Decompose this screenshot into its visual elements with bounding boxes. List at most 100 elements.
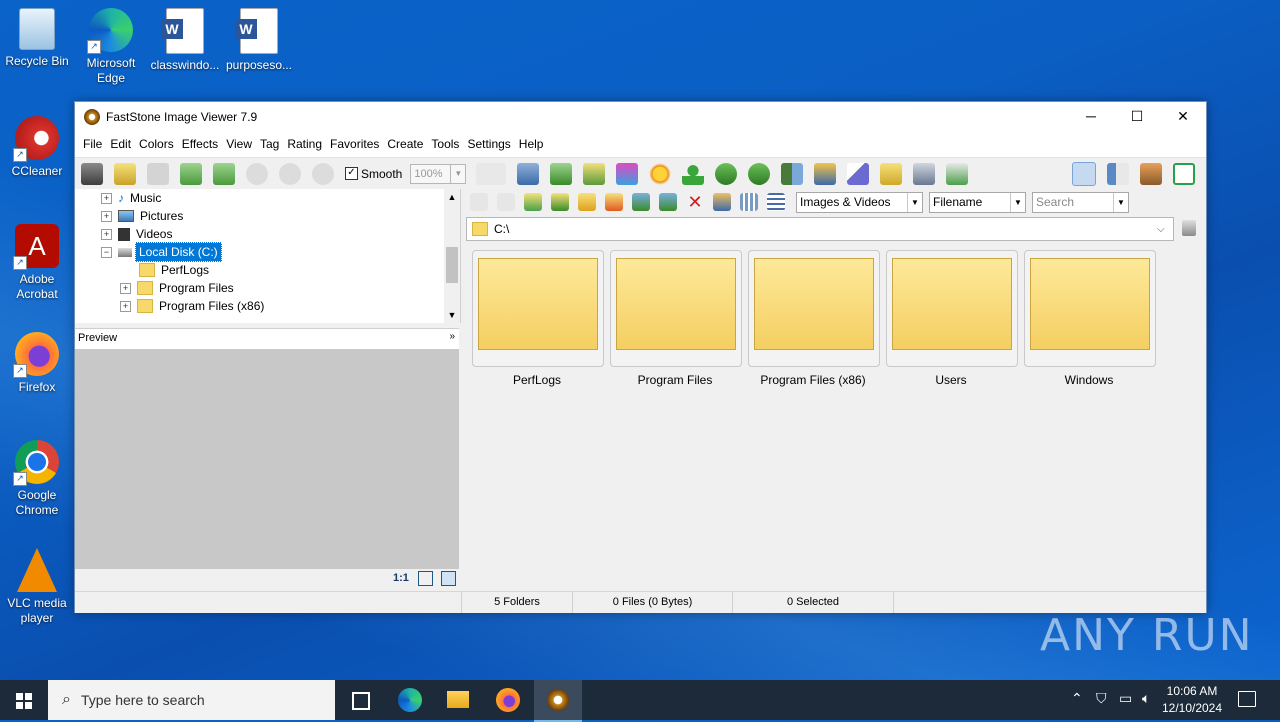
title-bar[interactable]: FastStone Image Viewer 7.9 ─ ☐ ✕	[75, 102, 1206, 131]
grid-view-icon[interactable]	[740, 193, 758, 211]
menu-file[interactable]: File	[79, 137, 106, 151]
zoom-in-icon[interactable]	[246, 162, 268, 185]
color-icon[interactable]	[616, 162, 639, 185]
tree-item-program-files[interactable]: + Program Files	[120, 279, 234, 297]
path-bar[interactable]: C:\ ⌵	[466, 217, 1174, 241]
thumbnail-view-icon[interactable]	[713, 193, 731, 211]
import-icon[interactable]	[550, 162, 573, 185]
save-icon[interactable]	[147, 162, 169, 185]
folder-thumb-perflogs[interactable]	[472, 250, 604, 367]
tree-item-videos[interactable]: + Videos	[101, 225, 172, 243]
taskbar-faststone[interactable]	[534, 680, 582, 722]
close-button[interactable]: ✕	[1160, 102, 1206, 131]
search-input[interactable]: Search	[1033, 195, 1113, 209]
desktop-icon-acrobat[interactable]: A ↗ Adobe Acrobat	[0, 224, 74, 302]
wallpaper-icon[interactable]	[814, 162, 837, 185]
move-to-icon[interactable]	[659, 193, 677, 211]
folder-tree[interactable]: + ♪ Music + Pictures + Videos − Local Di…	[75, 189, 461, 323]
menu-settings[interactable]: Settings	[463, 137, 514, 151]
expand-icon[interactable]: +	[120, 300, 131, 312]
menu-rating[interactable]: Rating	[283, 137, 326, 151]
list-view-icon[interactable]	[767, 193, 785, 211]
menu-tools[interactable]: Tools	[427, 137, 463, 151]
open-folder-icon[interactable]	[114, 162, 136, 185]
desktop-icon-recycle-bin[interactable]: Recycle Bin	[0, 8, 74, 69]
delete-icon[interactable]: ✕	[686, 193, 704, 211]
desktop-icon-ccleaner[interactable]: ↗ CCleaner	[0, 116, 74, 179]
next-icon[interactable]	[213, 162, 235, 185]
favorite-folder-icon[interactable]	[578, 193, 596, 211]
scroll-down-icon[interactable]: ▼	[444, 307, 460, 323]
recycle-bin-icon[interactable]	[1182, 220, 1196, 236]
previous-icon[interactable]	[180, 162, 202, 185]
copy-to-icon[interactable]	[632, 193, 650, 211]
desktop-icon-firefox[interactable]: ↗ Firefox	[0, 332, 74, 395]
sort-select[interactable]: Filename ▼	[929, 191, 1026, 213]
expand-icon[interactable]: +	[101, 210, 112, 222]
minimize-button[interactable]: ─	[1068, 102, 1114, 131]
smooth-checkbox[interactable]: ✓ Smooth	[345, 167, 402, 181]
fit-preview-icon[interactable]	[418, 571, 433, 586]
menu-colors[interactable]: Colors	[135, 137, 178, 151]
desktop-icon-chrome[interactable]: ↗ Google Chrome	[0, 440, 74, 518]
zoom-out-icon[interactable]	[279, 162, 301, 185]
expand-icon[interactable]: +	[101, 228, 112, 240]
desktop-icon-purposeso[interactable]: W purposeso...	[222, 8, 296, 73]
layout-preview-icon[interactable]	[1107, 162, 1129, 185]
menu-edit[interactable]: Edit	[106, 137, 135, 151]
layout-browser-icon[interactable]	[1072, 161, 1096, 186]
user-icon[interactable]	[682, 162, 705, 185]
folder-thumb-program-files[interactable]	[610, 250, 742, 367]
maximize-button[interactable]: ☐	[1114, 102, 1160, 131]
compare-icon[interactable]	[781, 162, 804, 185]
start-button[interactable]	[0, 680, 48, 720]
menu-effects[interactable]: Effects	[178, 137, 222, 151]
taskbar-file-explorer[interactable]	[434, 680, 482, 720]
expand-icon[interactable]: +	[101, 192, 112, 204]
menu-tag[interactable]: Tag	[256, 137, 283, 151]
volume-icon[interactable]: 🔈︎	[1142, 690, 1150, 707]
taskbar-firefox[interactable]	[484, 680, 532, 720]
taskbar-search-input[interactable]: Type here to search	[81, 692, 205, 708]
menu-favorites[interactable]: Favorites	[326, 137, 383, 151]
print-icon[interactable]	[913, 162, 936, 185]
forward-icon[interactable]	[497, 193, 515, 211]
layout-single-icon[interactable]	[1140, 162, 1162, 185]
tree-scrollbar[interactable]: ▲ ▼	[444, 189, 460, 323]
file-filter-select[interactable]: Images & Videos ▼	[796, 191, 923, 213]
collapse-preview-icon[interactable]: »	[449, 331, 455, 342]
notifications-icon[interactable]	[1238, 691, 1256, 707]
full-preview-icon[interactable]	[441, 571, 456, 586]
chevron-up-icon[interactable]: ⌃	[1071, 690, 1083, 707]
search-combo[interactable]: Search ▼	[1032, 191, 1129, 213]
scroll-up-icon[interactable]: ▲	[444, 189, 460, 205]
folder-thumb-windows[interactable]	[1024, 250, 1156, 367]
clock[interactable]: 10:06 AM 12/10/2024	[1152, 683, 1232, 717]
task-view-button[interactable]	[336, 680, 384, 720]
desktop-icon-edge[interactable]: ↗ Microsoft Edge	[74, 8, 148, 86]
tree-item-pictures[interactable]: + Pictures	[101, 207, 183, 225]
slideshow-icon[interactable]	[517, 162, 540, 185]
collapse-icon[interactable]: −	[101, 246, 112, 258]
menu-create[interactable]: Create	[383, 137, 427, 151]
taskbar-search[interactable]: ⌕ Type here to search	[48, 680, 335, 720]
folder-thumb-users[interactable]	[886, 250, 1018, 367]
menu-view[interactable]: View	[222, 137, 256, 151]
fit-icon[interactable]	[312, 162, 334, 185]
menu-help[interactable]: Help	[515, 137, 548, 151]
desktop-icon-classwindo[interactable]: W classwindo...	[148, 8, 222, 73]
tree-item-perflogs[interactable]: PerfLogs	[139, 261, 209, 279]
network-icon[interactable]: ▭	[1119, 690, 1132, 707]
faststone-window[interactable]: FastStone Image Viewer 7.9 ─ ☐ ✕ File Ed…	[74, 101, 1207, 613]
rotate-right-icon[interactable]	[748, 162, 771, 185]
taskbar-edge[interactable]	[386, 680, 434, 720]
smooth-check[interactable]: ✓	[345, 167, 358, 180]
path-value[interactable]: C:\	[494, 222, 1157, 236]
hand-tool-icon[interactable]	[476, 162, 507, 185]
refresh-folder-icon[interactable]	[551, 193, 569, 211]
desktop-icon-vlc[interactable]: VLC media player	[0, 548, 74, 626]
brightness-icon[interactable]	[649, 162, 672, 185]
tree-item-music[interactable]: + ♪ Music	[101, 189, 161, 207]
back-icon[interactable]	[470, 193, 488, 211]
rotate-left-icon[interactable]	[715, 162, 738, 185]
